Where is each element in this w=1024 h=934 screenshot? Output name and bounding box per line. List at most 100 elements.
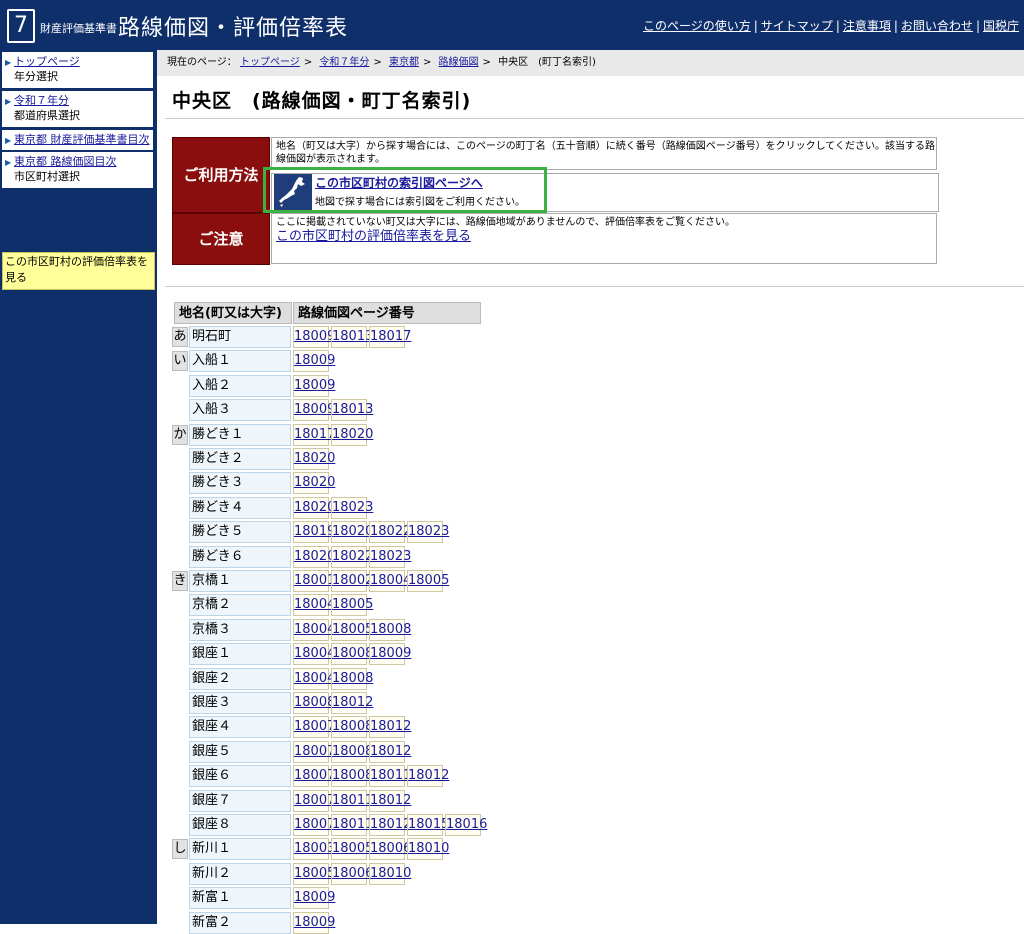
site-title: 路線価図・評価倍率表 [118,16,349,41]
page-number-link[interactable]: 18013 [331,399,373,421]
page-number-link[interactable]: 18008 [331,741,373,763]
page-number-link[interactable]: 18003 [293,838,335,860]
page-number-link[interactable]: 18017 [293,424,335,446]
place-name-cell: 銀座８ [189,814,291,836]
page-number-link[interactable]: 18020 [331,424,373,446]
place-name-cell: 新川１ [189,838,291,860]
page-number-link[interactable]: 18015 [407,814,449,836]
breadcrumb-link-tokyo[interactable]: 東京都 [389,57,419,68]
page-number-link[interactable]: 18012 [407,765,449,787]
page-number-link[interactable]: 18006 [369,838,411,860]
page-number-link[interactable]: 18020 [331,521,373,543]
sidebar-item-year: ▶ 令和７年分 都道府県選択 [2,91,153,127]
page-number-link[interactable]: 18007 [293,716,335,738]
sidebar-link-year[interactable]: 令和７年分 [14,93,153,108]
page-number-link[interactable]: 18019 [293,521,335,543]
sidebar-link-top[interactable]: トップページ [14,54,153,69]
nav-sitemap[interactable]: サイトマップ [758,19,836,33]
column-header-pages: 路線価図ページ番号 [293,302,481,324]
sidebar-link-route-index[interactable]: 東京都 路線価図目次 [14,154,153,169]
page-number-link[interactable]: 18009 [293,912,335,934]
page-number-link[interactable]: 18008 [369,619,411,641]
page-number-link[interactable]: 18005 [331,594,373,616]
usage-label: ご利用方法 [172,137,270,213]
page-number-link[interactable]: 18004 [293,594,335,616]
page-number-link[interactable]: 18022 [331,546,373,568]
page-number-link[interactable]: 18020 [293,472,335,494]
page-number-link[interactable]: 18012 [369,790,411,812]
page-number-link[interactable]: 18008 [293,692,335,714]
page-number-link[interactable]: 18004 [293,643,335,665]
page-number-link[interactable]: 18023 [407,521,449,543]
page-number-link[interactable]: 18020 [293,448,335,470]
place-name-cell: 銀座２ [189,668,291,690]
page-number-link[interactable]: 18009 [293,399,335,421]
nav-contact[interactable]: お問い合わせ [898,19,976,33]
page-number-link[interactable]: 18004 [293,619,335,641]
sidebar-sub-label: 市区町村選択 [14,170,80,183]
page-number-link[interactable]: 18022 [369,521,411,543]
page-number-link[interactable]: 18005 [331,838,373,860]
page-number-link[interactable]: 18005 [407,570,449,592]
rate-table-link[interactable]: この市区町村の評価倍率表を見る [276,230,471,243]
page-number-link[interactable]: 18007 [293,814,335,836]
page-number-link[interactable]: 18023 [331,497,373,519]
page-number-link[interactable]: 18002 [331,570,373,592]
page-number-link[interactable]: 18008 [331,643,373,665]
page-number-link[interactable]: 18008 [331,668,373,690]
page-number-link[interactable]: 18020 [293,497,335,519]
nav-nta[interactable]: 国税庁 [980,19,1022,33]
page-number-link[interactable]: 18004 [293,668,335,690]
page-number-link[interactable]: 18009 [293,375,335,397]
breadcrumb-link-year[interactable]: 令和７年分 [319,57,369,68]
page-number-link[interactable]: 18009 [293,350,335,372]
page-number-link[interactable]: 18012 [369,814,411,836]
logo-icon[interactable]: 7 [7,9,35,43]
page-number-link[interactable]: 18010 [369,863,411,885]
page-number-link[interactable]: 18011 [369,765,411,787]
place-name-cell: 銀座６ [189,765,291,787]
page-number-link[interactable]: 18005 [293,863,335,885]
page-number-link[interactable]: 18009 [369,643,411,665]
page-number-link[interactable]: 18006 [331,863,373,885]
page-number-link[interactable]: 18017 [369,326,411,348]
page-number-link[interactable]: 18023 [369,546,411,568]
sidebar-link-tokyo-index[interactable]: 東京都 財産評価基準書目次 [14,132,153,147]
page-number-link[interactable]: 18007 [293,765,335,787]
place-name-cell: 勝どき５ [189,521,291,543]
kana-index-cell: き [172,571,188,591]
page-number-link[interactable]: 18001 [293,570,335,592]
nav-how-to-use[interactable]: このページの使い方 [640,19,754,33]
page-number-link[interactable]: 18011 [331,814,373,836]
kana-index-cell: し [172,839,188,859]
sidebar-sub-label: 都道府県選択 [14,109,80,122]
page-number-link[interactable]: 18005 [331,619,373,641]
triangle-right-icon: ▶ [5,158,12,167]
breadcrumb-link-top[interactable]: トップページ [240,57,300,68]
page-number-link[interactable]: 18007 [293,790,335,812]
site-header: 7 財産評価基準書 路線価図・評価倍率表 このページの使い方 | サイトマップ | 注意… [0,0,1024,50]
triangle-right-icon: ▶ [5,97,12,106]
page-number-link[interactable]: 18008 [331,716,373,738]
page-number-link[interactable]: 18008 [331,765,373,787]
page-number-link[interactable]: 18012 [369,716,411,738]
page-number-link[interactable]: 18007 [293,741,335,763]
divider [165,118,1024,119]
page-number-link[interactable]: 18009 [293,326,335,348]
page-number-link[interactable]: 18012 [331,692,373,714]
page-number-link[interactable]: 18010 [407,838,449,860]
page-number-link[interactable]: 18009 [293,887,335,909]
highlight-frame [263,167,547,213]
page-number-link[interactable]: 18013 [331,326,373,348]
nav-notes[interactable]: 注意事項 [840,19,894,33]
page-number-link[interactable]: 18016 [445,814,487,836]
page-number-link[interactable]: 18011 [331,790,373,812]
sidebar-sub-label: 年分選択 [14,70,58,83]
breadcrumb-link-route-map[interactable]: 路線価図 [439,57,479,68]
page-number-link[interactable]: 18004 [369,570,411,592]
page-number-link[interactable]: 18012 [369,741,411,763]
place-name-cell: 勝どき４ [189,497,291,519]
page-number-link[interactable]: 18020 [293,546,335,568]
place-name-cell: 新富１ [189,887,291,909]
kana-index-cell: あ [172,327,188,347]
